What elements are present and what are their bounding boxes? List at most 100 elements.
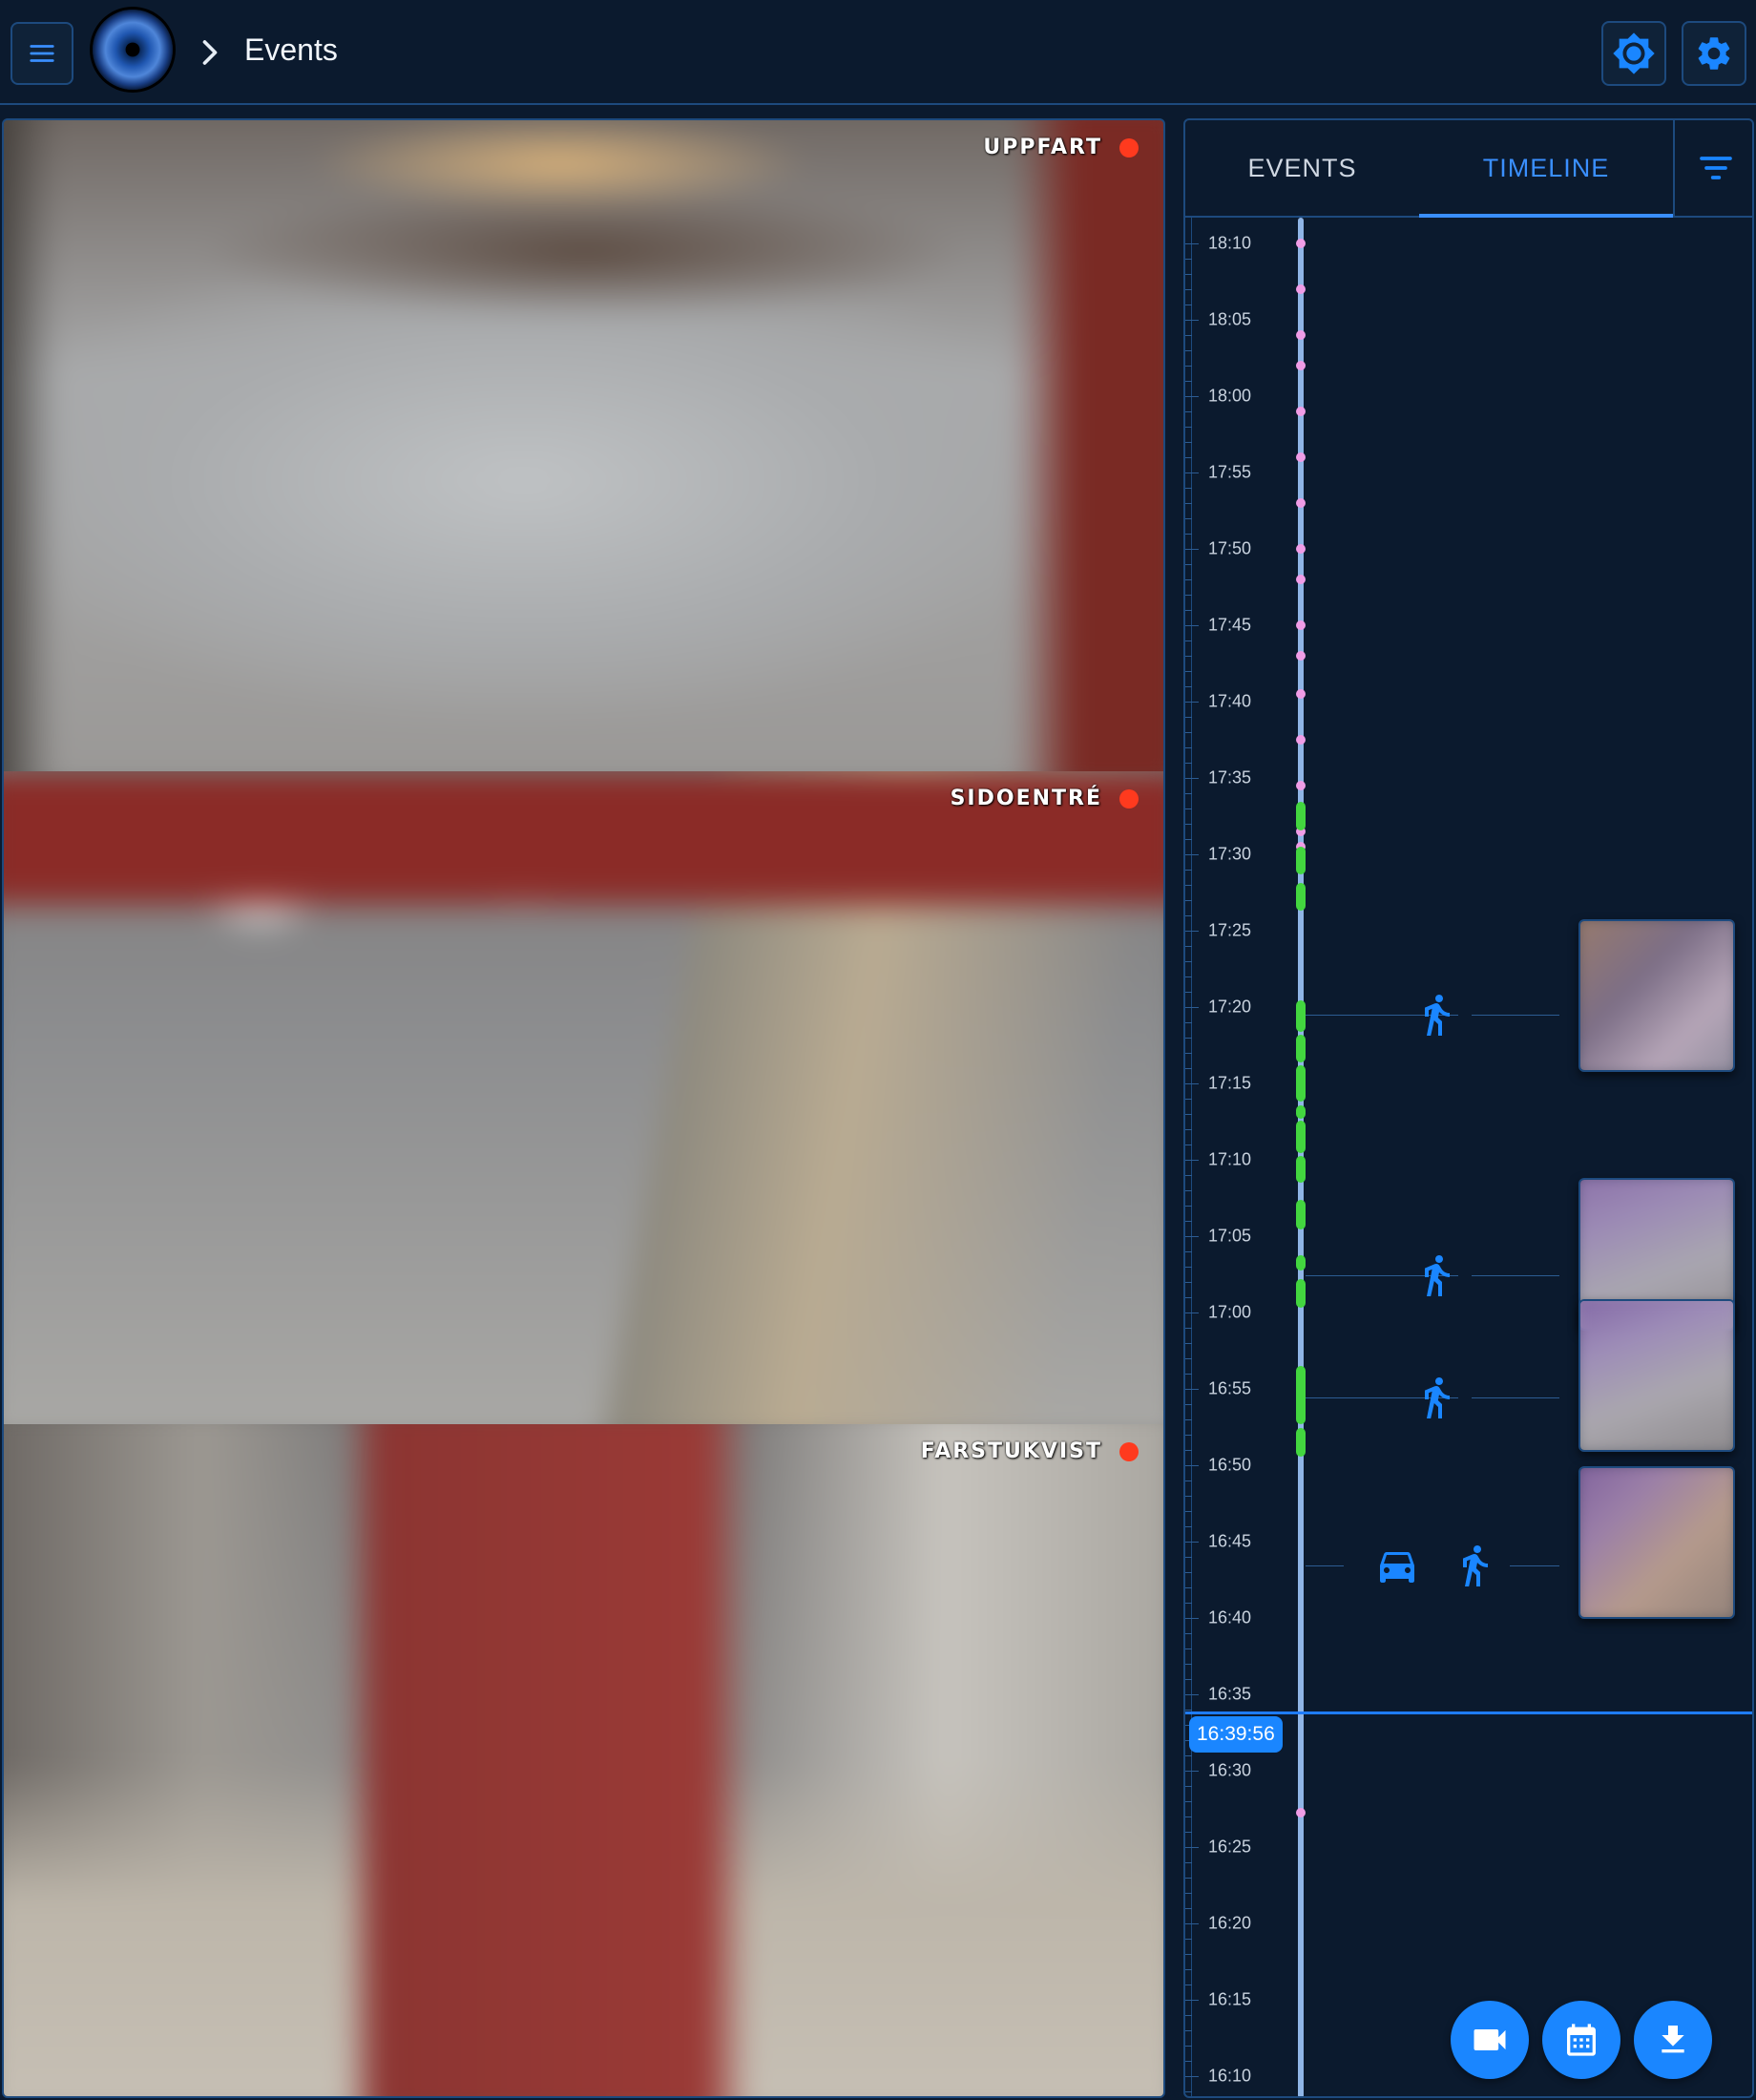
current-time-badge[interactable]: 16:39:56 bbox=[1189, 1716, 1283, 1753]
motion-marker[interactable] bbox=[1296, 735, 1306, 745]
person-icon[interactable] bbox=[1413, 1375, 1459, 1420]
timeline-minor-tick bbox=[1185, 1954, 1192, 1955]
timeline-major-tick bbox=[1185, 1847, 1199, 1848]
timeline-minor-tick bbox=[1185, 1022, 1192, 1023]
timeline-minor-tick bbox=[1185, 2030, 1192, 2031]
download-button[interactable] bbox=[1634, 2001, 1712, 2079]
eye-iris-logo[interactable] bbox=[93, 10, 173, 90]
motion-marker[interactable] bbox=[1296, 498, 1306, 508]
timeline-time-label: 17:25 bbox=[1208, 920, 1252, 940]
filter-button[interactable] bbox=[1673, 120, 1752, 216]
menu-button[interactable] bbox=[10, 22, 73, 85]
timeline-minor-tick bbox=[1185, 259, 1192, 260]
timeline-minor-tick bbox=[1185, 808, 1192, 809]
detection-segment[interactable] bbox=[1296, 847, 1306, 874]
camera-feed-sidoentre[interactable]: SIDOENTRÉ bbox=[4, 771, 1163, 1424]
timeline-minor-tick bbox=[1185, 595, 1192, 596]
timeline-major-tick bbox=[1185, 549, 1199, 550]
motion-marker[interactable] bbox=[1296, 407, 1306, 416]
timeline-major-tick bbox=[1185, 931, 1199, 932]
event-thumbnail[interactable] bbox=[1578, 1299, 1735, 1452]
menu-icon bbox=[30, 45, 54, 62]
event-connector bbox=[1306, 1565, 1344, 1566]
detection-segment[interactable] bbox=[1296, 802, 1306, 830]
detection-segment[interactable] bbox=[1296, 1156, 1306, 1183]
tab-events[interactable]: EVENTS bbox=[1185, 120, 1419, 216]
timeline-minor-tick bbox=[1185, 1251, 1192, 1252]
calendar-icon bbox=[1567, 2024, 1596, 2056]
timeline-minor-tick bbox=[1185, 1679, 1192, 1680]
motion-marker[interactable] bbox=[1296, 620, 1306, 630]
person-icon[interactable] bbox=[1413, 992, 1459, 1038]
timeline-minor-tick bbox=[1185, 427, 1192, 428]
person-icon[interactable] bbox=[1413, 1252, 1459, 1298]
detection-segment[interactable] bbox=[1296, 1366, 1306, 1424]
event-thumbnail[interactable] bbox=[1578, 919, 1735, 1072]
timeline-minor-tick bbox=[1185, 1603, 1192, 1604]
motion-marker[interactable] bbox=[1296, 330, 1306, 340]
motion-marker[interactable] bbox=[1296, 544, 1306, 554]
timeline-minor-tick bbox=[1185, 274, 1192, 275]
motion-marker[interactable] bbox=[1296, 239, 1306, 248]
timeline-minor-tick bbox=[1185, 1755, 1192, 1756]
camera-label: FARSTUKVIST bbox=[921, 1439, 1139, 1463]
detection-segment[interactable] bbox=[1296, 1000, 1306, 1032]
motion-marker[interactable] bbox=[1296, 284, 1306, 294]
camera-feed-farstukvist[interactable]: FARSTUKVIST bbox=[4, 1424, 1163, 2096]
timeline-minor-tick bbox=[1185, 1221, 1192, 1222]
motion-marker[interactable] bbox=[1296, 1808, 1306, 1817]
timeline[interactable]: 18:10 18:05 18:00 17:55 17:50 17:45 17:40 17:35… bbox=[1185, 218, 1752, 2096]
camera-button[interactable] bbox=[1451, 2001, 1529, 2079]
motion-marker[interactable] bbox=[1296, 781, 1306, 790]
timeline-time-label: 18:00 bbox=[1208, 386, 1252, 406]
tab-timeline[interactable]: TIMELINE bbox=[1419, 120, 1673, 218]
detection-segment[interactable] bbox=[1296, 1255, 1306, 1270]
camera-label: SIDOENTRÉ bbox=[951, 787, 1139, 810]
detection-segment[interactable] bbox=[1296, 1105, 1306, 1119]
timeline-minor-tick bbox=[1185, 2015, 1192, 2016]
timeline-minor-tick bbox=[1185, 1984, 1192, 1985]
recording-indicator bbox=[1119, 137, 1139, 158]
timeline-major-tick bbox=[1185, 1771, 1199, 1772]
detection-segment[interactable] bbox=[1296, 1065, 1306, 1102]
motion-marker[interactable] bbox=[1296, 361, 1306, 370]
timeline-major-tick bbox=[1185, 1465, 1199, 1466]
event-connector bbox=[1472, 1275, 1559, 1276]
detection-segment[interactable] bbox=[1296, 883, 1306, 911]
timeline-time-label: 16:40 bbox=[1208, 1607, 1252, 1628]
timeline-minor-tick bbox=[1185, 1099, 1192, 1100]
motion-marker[interactable] bbox=[1296, 651, 1306, 661]
timeline-minor-tick bbox=[1185, 1038, 1192, 1039]
camera-image bbox=[4, 120, 1163, 771]
event-thumbnail[interactable] bbox=[1578, 1466, 1735, 1619]
camera-image bbox=[4, 1424, 1163, 2096]
detection-segment[interactable] bbox=[1296, 1279, 1306, 1308]
camera-name: UPPFART bbox=[983, 136, 1102, 159]
event-connector bbox=[1510, 1565, 1559, 1566]
detection-segment[interactable] bbox=[1296, 1121, 1306, 1153]
timeline-minor-tick bbox=[1185, 839, 1192, 840]
timeline-minor-tick bbox=[1185, 885, 1192, 886]
timeline-minor-tick bbox=[1185, 793, 1192, 794]
camera-feed-uppfart[interactable]: UPPFART bbox=[4, 120, 1163, 771]
car-icon[interactable] bbox=[1374, 1543, 1420, 1588]
calendar-button[interactable] bbox=[1542, 2001, 1620, 2079]
detection-segment[interactable] bbox=[1296, 1428, 1306, 1457]
timeline-time-label: 17:45 bbox=[1208, 615, 1252, 635]
timeline-minor-tick bbox=[1185, 732, 1192, 733]
timeline-time-label: 16:30 bbox=[1208, 1760, 1252, 1780]
timeline-minor-tick bbox=[1185, 1633, 1192, 1634]
timeline-minor-tick bbox=[1185, 1358, 1192, 1359]
person-icon[interactable] bbox=[1452, 1543, 1497, 1588]
settings-button[interactable] bbox=[1682, 21, 1746, 86]
detection-segment[interactable] bbox=[1296, 1200, 1306, 1229]
motion-marker[interactable] bbox=[1296, 452, 1306, 462]
brightness-button[interactable] bbox=[1601, 21, 1666, 86]
motion-marker[interactable] bbox=[1296, 575, 1306, 584]
motion-marker[interactable] bbox=[1296, 689, 1306, 699]
timeline-minor-tick bbox=[1185, 961, 1192, 962]
timeline-minor-tick bbox=[1185, 1786, 1192, 1787]
timeline-minor-tick bbox=[1185, 1862, 1192, 1863]
timeline-major-tick bbox=[1185, 1160, 1199, 1161]
detection-segment[interactable] bbox=[1296, 1035, 1306, 1062]
